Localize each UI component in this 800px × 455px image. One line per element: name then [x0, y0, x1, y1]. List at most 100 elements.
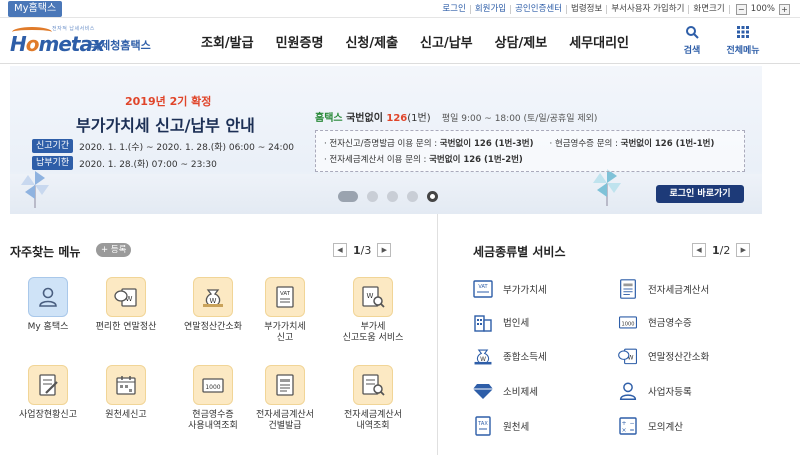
banner-dot-1[interactable] — [338, 191, 358, 202]
tax-service-item[interactable]: 소비제세 — [472, 381, 538, 401]
tax-service-item[interactable]: 사업자등록 — [617, 381, 692, 401]
favorite-item[interactable]: 사업장현황신고 — [8, 365, 88, 421]
svg-text:W: W — [210, 297, 217, 305]
receipt-icon: 1000 — [193, 365, 233, 405]
svg-text:VAT: VAT — [280, 291, 291, 297]
tax-service-item[interactable]: 법인세 — [472, 312, 529, 332]
banner-dot-2[interactable] — [367, 191, 378, 202]
tax-service-label: 종합소득세 — [503, 352, 547, 363]
dept-user-signup-link[interactable]: 부서사용자 가입하기 — [607, 4, 690, 14]
cert-center-link[interactable]: 공인인증센터 — [511, 4, 568, 14]
favorite-item-label: 편리한 연말정산 — [95, 322, 157, 332]
nav-consult-report[interactable]: 상담/제보 — [484, 32, 559, 51]
tax-service-item[interactable]: 1000 현금영수증 — [617, 312, 692, 332]
svg-text:−: − — [629, 420, 634, 427]
hometax-logo[interactable]: 전자적 납세서비스 Hometax 국세청홈택스 — [10, 24, 160, 58]
all-menu-label: 전체메뉴 — [726, 46, 760, 56]
nav-apply-submit[interactable]: 신청/제출 — [334, 32, 409, 51]
prev-page-button[interactable]: ◀ — [692, 243, 706, 257]
login-link[interactable]: 로그인 — [438, 4, 471, 14]
favorite-item[interactable]: W 연말정산간소화 — [173, 277, 253, 333]
zoom-in-button[interactable]: + — [779, 3, 790, 15]
coin-doc-icon: W — [106, 277, 146, 317]
grid-menu-icon — [718, 25, 768, 41]
favorite-item[interactable]: 전자세금계산서 건별발급 — [245, 365, 325, 432]
report-period-text: 2020. 1. 1.(수) ~ 2020. 1. 28.(화) 06:00 ~… — [79, 142, 295, 153]
nav-civil-certificate[interactable]: 민원증명 — [265, 32, 335, 51]
banner-dot-3[interactable] — [387, 191, 398, 202]
banner-pagination — [338, 191, 447, 202]
main-header: 전자적 납세서비스 Hometax 국세청홈택스 조회/발급 민원증명 신청/제… — [0, 19, 800, 64]
tax-service-item[interactable]: TAX 원천세 — [472, 416, 529, 436]
tax-service-label: 연말정산간소화 — [648, 352, 710, 363]
coin-doc-icon: W — [617, 346, 639, 366]
vat-icon: VAT — [472, 279, 494, 299]
vat-doc-icon: VAT — [265, 277, 305, 317]
svg-text:1000: 1000 — [622, 321, 635, 327]
report-period-tag: 신고기간 — [32, 139, 74, 153]
logo-tagline: 전자적 납세서비스 — [52, 26, 95, 32]
svg-text:W: W — [367, 292, 374, 300]
favorite-item[interactable]: 원천세신고 — [86, 365, 166, 421]
service-hours: 평일 9:00 ~ 18:00 (토/일/공휴일 제외) — [441, 114, 598, 124]
nav-tax-agent[interactable]: 세무대리인 — [558, 32, 640, 51]
nav-report-pay[interactable]: 신고/납부 — [409, 32, 484, 51]
next-page-button[interactable]: ▶ — [736, 243, 751, 257]
invoice-icon — [265, 365, 305, 405]
favorite-item[interactable]: W 편리한 연말정산 — [86, 277, 166, 333]
payment-deadline-row: 납부기한 2020. 1. 28.(화) 07:00 ~ 23:30 — [32, 156, 217, 170]
my-hometax-button[interactable]: My홈택스 — [8, 1, 63, 17]
tax-services-pager: ◀ 1/2 ▶ — [692, 243, 751, 257]
tax-service-item[interactable]: W 연말정산간소화 — [617, 346, 709, 366]
edit-doc-icon — [28, 365, 68, 405]
banner-dot-4[interactable] — [407, 191, 418, 202]
favorite-item-label: 원천세신고 — [105, 410, 147, 420]
tax-service-label: 현금영수증 — [648, 318, 692, 329]
diamond-icon — [472, 381, 494, 401]
svg-text:VAT: VAT — [478, 284, 488, 290]
screen-size-label: 화면크기 — [689, 4, 730, 14]
favorite-item[interactable]: 전자세금계산서 내역조회 — [333, 365, 413, 432]
svg-text:1000: 1000 — [205, 384, 220, 391]
favorite-item[interactable]: W 부가세 신고도움 서비스 — [333, 277, 413, 344]
person-icon — [28, 277, 68, 317]
pinwheel-icon — [18, 168, 52, 212]
invoice-search-icon — [353, 365, 393, 405]
banner-subtitle: 2019년 2기 확정 — [125, 95, 212, 108]
favorite-item[interactable]: 1000 현금영수증 사용내역조회 — [173, 365, 253, 432]
login-shortcut-button[interactable]: 로그인 바로가기 — [656, 185, 744, 203]
contact-info-box: · 전자신고/증명발급 이용 문의 : 국번없이 126 (1번-3번) · 현금… — [315, 130, 745, 172]
tax-service-label: 사업자등록 — [648, 387, 692, 398]
payment-deadline-text: 2020. 1. 28.(화) 07:00 ~ 23:30 — [79, 159, 217, 170]
signup-link[interactable]: 회원가입 — [471, 4, 512, 14]
banner-pause-button[interactable] — [427, 191, 438, 202]
tax-service-label: 법인세 — [503, 318, 530, 329]
doc-icon: TAX — [472, 416, 494, 436]
favorite-item[interactable]: VAT 부가가치세 신고 — [245, 277, 325, 344]
nav-inquiry-issue[interactable]: 조회/발급 — [190, 32, 265, 51]
zoom-control: − 100% + — [734, 3, 792, 15]
favorite-item-label: 부가세 신고도움 서비스 — [342, 322, 404, 343]
tax-service-item[interactable]: + − × = 모의계산 — [617, 416, 683, 436]
zoom-out-button[interactable]: − — [735, 3, 747, 15]
law-info-link[interactable]: 법령정보 — [567, 4, 608, 14]
favorites-add-button[interactable]: + 등록 — [96, 243, 132, 257]
receipt-icon: 1000 — [617, 312, 639, 332]
tax-service-item[interactable]: VAT 부가가치세 — [472, 279, 547, 299]
favorite-item[interactable]: My 홈택스 — [8, 277, 88, 333]
payment-deadline-tag: 납부기한 — [32, 156, 74, 170]
pinwheel-icon — [590, 166, 624, 210]
svg-text:×: × — [621, 427, 626, 434]
tax-service-item[interactable]: 전자세금계산서 — [617, 279, 709, 299]
all-menu-button[interactable]: 전체메뉴 — [718, 25, 768, 56]
search-label: 검색 — [683, 46, 701, 56]
vat-notice-banner[interactable]: 2019년 2기 확정 부가가치세 신고/납부 안내 신고기간 2020. 1.… — [10, 66, 762, 214]
contact-info-header: 홈택스 국번없이 126(1번) 평일 9:00 ~ 18:00 (토/일/공휴… — [315, 113, 598, 124]
prev-page-button[interactable]: ◀ — [333, 243, 347, 257]
next-page-button[interactable]: ▶ — [377, 243, 392, 257]
favorites-page-current: 1 — [353, 243, 361, 257]
tax-service-label: 전자세금계산서 — [648, 285, 710, 296]
tax-service-item[interactable]: W 종합소득세 — [472, 346, 547, 366]
person-icon — [617, 381, 639, 401]
search-button[interactable]: 검색 — [667, 25, 717, 56]
